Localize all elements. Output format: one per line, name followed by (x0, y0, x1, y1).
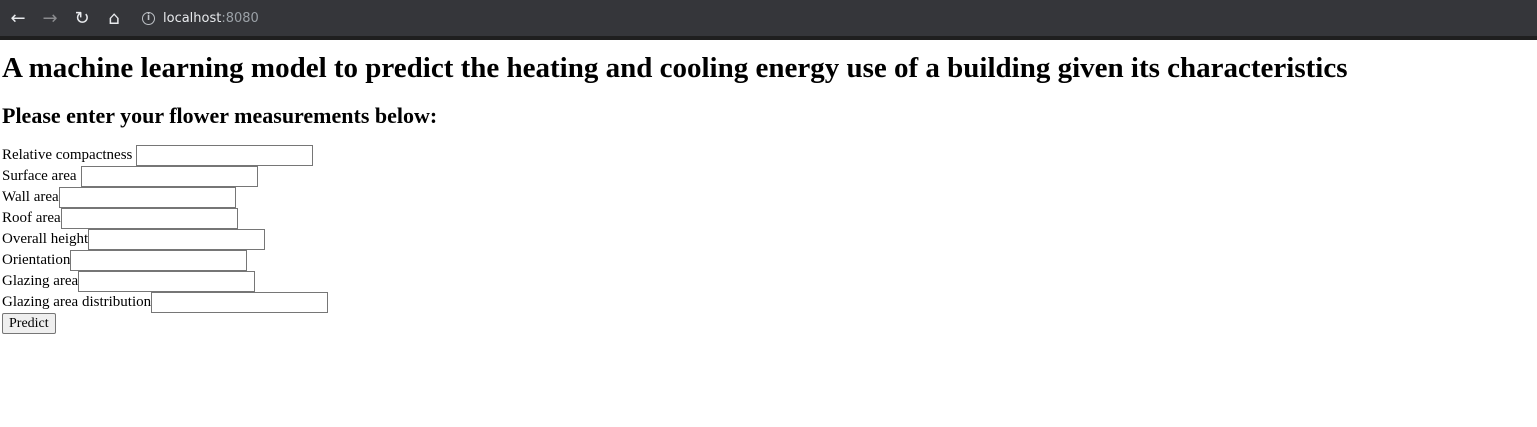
field-row-roof-area: Roof area (2, 208, 1348, 229)
info-icon[interactable]: i (142, 11, 155, 25)
field-row-overall-height: Overall height (2, 229, 1348, 250)
field-label: Surface area (2, 168, 77, 184)
home-icon[interactable]: ⌂ (98, 3, 130, 33)
address-bar[interactable]: i localhost:8080 (142, 3, 259, 33)
prediction-form: Relative compactness Surface area Wall a… (2, 145, 1348, 334)
field-label: Relative compactness (2, 147, 133, 163)
page-content: A machine learning model to predict the … (2, 40, 1348, 334)
url-host: localhost (163, 10, 222, 26)
url-port: :8080 (221, 10, 259, 26)
wall-area-input[interactable] (58, 187, 236, 208)
field-label: Orientation (2, 252, 71, 268)
field-label: Glazing area (2, 273, 79, 289)
back-arrow-icon[interactable]: ← (2, 3, 34, 33)
glazing-area-distribution-input[interactable] (151, 292, 329, 313)
surface-area-input[interactable] (80, 166, 258, 187)
field-row-glazing-area: Glazing area (2, 271, 1348, 292)
field-label: Wall area (2, 189, 59, 205)
page-title: A machine learning model to predict the … (2, 52, 1348, 84)
field-label: Roof area (2, 210, 61, 226)
page-subtitle: Please enter your flower measurements be… (2, 103, 438, 128)
field-label: Overall height (2, 231, 89, 247)
glazing-area-input[interactable] (78, 271, 256, 292)
field-label: Glazing area distribution (2, 294, 152, 310)
orientation-input[interactable] (70, 250, 248, 271)
predict-button[interactable]: Predict (2, 313, 56, 334)
roof-area-input[interactable] (60, 208, 238, 229)
relative-compactness-input[interactable] (136, 145, 314, 166)
overall-height-input[interactable] (88, 229, 266, 250)
field-row-wall-area: Wall area (2, 187, 1348, 208)
reload-icon[interactable]: ↻ (66, 3, 98, 33)
field-row-relative-compactness: Relative compactness (2, 145, 1348, 166)
field-row-surface-area: Surface area (2, 166, 1348, 187)
field-row-orientation: Orientation (2, 250, 1348, 271)
forward-arrow-icon[interactable]: → (34, 3, 66, 33)
field-row-glazing-area-distribution: Glazing area distribution (2, 292, 1348, 313)
browser-toolbar: ← → ↻ ⌂ i localhost:8080 (0, 0, 1537, 40)
